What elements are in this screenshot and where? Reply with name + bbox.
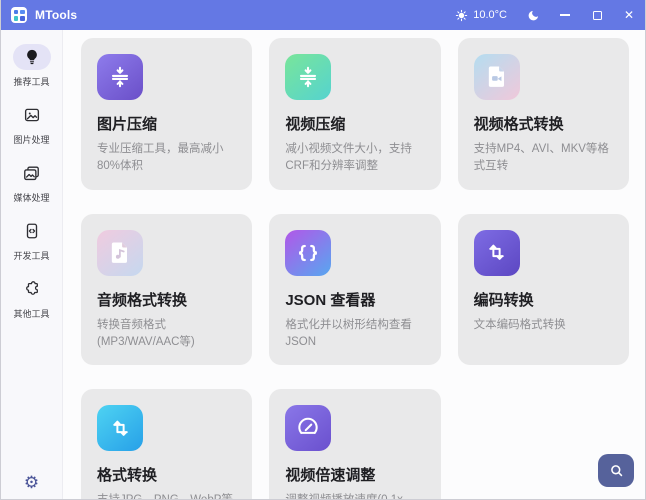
card-title: 视频倍速调整 (285, 464, 424, 485)
dev-code-icon (13, 218, 51, 244)
card-encoding-conversion[interactable]: 编码转换 文本编码格式转换 (458, 214, 629, 366)
compress-icon (97, 54, 143, 100)
card-title: 格式转换 (97, 464, 236, 485)
card-desc: 专业压缩工具，最高减小80%体积 (97, 141, 236, 176)
card-desc: 调整视频播放速度(0.1x-10x) (285, 492, 424, 499)
tool-grid: 图片压缩 专业压缩工具，最高减小80%体积 视频压缩 减小视频文件大小，支持CR… (81, 38, 629, 499)
card-json-viewer[interactable]: JSON 查看器 格式化并以树形结构查看 JSON (269, 214, 440, 366)
maximize-button[interactable] (581, 0, 613, 30)
braces-icon (285, 230, 331, 276)
card-video-format-conversion[interactable]: 视频格式转换 支持MP4、AVI、MKV等格式互转 (458, 38, 629, 190)
card-desc: 转换音频格式(MP3/WAV/AAC等) (97, 317, 236, 352)
gear-icon: ⚙ (24, 473, 39, 492)
card-desc: 减小视频文件大小，支持CRF和分辨率调整 (285, 141, 424, 176)
settings-button[interactable]: ⚙ (1, 474, 62, 491)
close-button[interactable]: ✕ (613, 0, 645, 30)
sidebar-item-dev-tools[interactable]: 开发工具 (13, 218, 51, 262)
sidebar-item-recommended-tools[interactable]: 推荐工具 (13, 44, 51, 88)
app-title: MTools (35, 8, 77, 22)
compress-icon (285, 54, 331, 100)
card-audio-format-conversion[interactable]: 音频格式转换 转换音频格式(MP3/WAV/AAC等) (81, 214, 252, 366)
card-title: 编码转换 (474, 289, 613, 310)
video-file-icon (474, 54, 520, 100)
card-desc: 文本编码格式转换 (474, 317, 613, 334)
card-desc: 支持JPG、PNG、WebP等格式互转 (97, 492, 236, 499)
minimize-button[interactable] (549, 0, 581, 30)
transform-icon (474, 230, 520, 276)
theme-toggle-button[interactable] (517, 0, 549, 30)
card-desc: 格式化并以树形结构查看 JSON (285, 317, 424, 352)
card-desc: 支持MP4、AVI、MKV等格式互转 (474, 141, 613, 176)
media-icon (13, 160, 51, 186)
card-title: 视频压缩 (285, 113, 424, 134)
puzzle-icon (13, 276, 51, 302)
app-logo-icon (11, 7, 27, 23)
maximize-icon (593, 11, 602, 20)
minimize-icon (560, 14, 570, 16)
sun-icon (455, 9, 468, 22)
app-window: MTools 10.0°C ✕ (0, 0, 646, 500)
sidebar: 推荐工具 图片处理 (1, 30, 63, 499)
bulb-icon (13, 44, 51, 70)
image-icon (13, 102, 51, 128)
sidebar-item-label: 图片处理 (13, 133, 49, 146)
search-icon (608, 462, 625, 479)
main-content: 图片压缩 专业压缩工具，最高减小80%体积 视频压缩 减小视频文件大小，支持CR… (63, 30, 645, 499)
sidebar-item-media-processing[interactable]: 媒体处理 (13, 160, 51, 204)
sidebar-item-label: 其他工具 (13, 307, 49, 320)
sidebar-item-label: 媒体处理 (13, 191, 49, 204)
sidebar-item-other-tools[interactable]: 其他工具 (13, 276, 51, 320)
search-button[interactable] (598, 454, 634, 487)
sidebar-item-image-processing[interactable]: 图片处理 (13, 102, 51, 146)
card-title: 音频格式转换 (97, 289, 236, 310)
sidebar-item-label: 开发工具 (13, 249, 49, 262)
audio-file-icon (97, 230, 143, 276)
titlebar: MTools 10.0°C ✕ (1, 0, 645, 30)
close-icon: ✕ (624, 9, 634, 21)
card-video-speed[interactable]: 视频倍速调整 调整视频播放速度(0.1x-10x) (269, 389, 440, 499)
card-title: 图片压缩 (97, 113, 236, 134)
weather-widget[interactable]: 10.0°C (445, 9, 517, 22)
card-video-compression[interactable]: 视频压缩 减小视频文件大小，支持CRF和分辨率调整 (269, 38, 440, 190)
temperature-label: 10.0°C (473, 9, 507, 21)
speedometer-icon (285, 405, 331, 451)
card-title: 视频格式转换 (474, 113, 613, 134)
sidebar-item-label: 推荐工具 (13, 75, 49, 88)
moon-icon (527, 9, 540, 22)
card-title: JSON 查看器 (285, 289, 424, 310)
transform-icon (97, 405, 143, 451)
card-format-conversion[interactable]: 格式转换 支持JPG、PNG、WebP等格式互转 (81, 389, 252, 499)
card-image-compression[interactable]: 图片压缩 专业压缩工具，最高减小80%体积 (81, 38, 252, 190)
